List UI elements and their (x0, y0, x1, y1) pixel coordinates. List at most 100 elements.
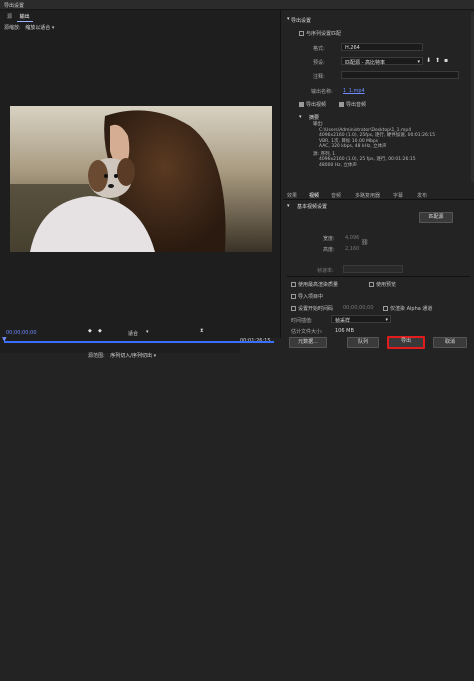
comments-label: 注释: (313, 74, 325, 80)
import-into-project-row[interactable]: 导入项目中 (291, 293, 323, 300)
output-name-link[interactable]: 1_1.mp4 (343, 88, 365, 94)
width-label: 宽度: (323, 236, 335, 242)
playhead-icon[interactable]: ▼ (2, 336, 7, 343)
use-previews-label: 使用预览 (376, 282, 397, 288)
file-size-label: 估计文件大小: (291, 329, 323, 335)
queue-button[interactable]: 队列 (347, 337, 379, 348)
timecode-start[interactable]: 00;00;00;00 (6, 330, 37, 336)
interpolation-label: 时间插值: (291, 318, 313, 324)
max-render-quality-checkbox[interactable] (291, 282, 296, 287)
summary-title: 摘要 (309, 115, 320, 121)
export-settings-title: 导出设置 (291, 18, 312, 24)
match-source-button[interactable]: 匹配源 (419, 212, 453, 223)
export-settings-panel: ▾ 导出设置 与序列设置匹配 格式: H.264 预设: 匹配源 - 高比特率 … (283, 10, 474, 353)
import-into-project-checkbox[interactable] (291, 294, 296, 299)
import-preset-icon[interactable]: ⬆ (435, 57, 440, 64)
tab-effects[interactable]: 效果 (287, 192, 297, 199)
frame-rate-select[interactable] (343, 265, 403, 273)
use-previews-row[interactable]: 使用预览 (369, 281, 396, 288)
export-audio-row[interactable]: 导出音频 (339, 101, 366, 108)
format-value: H.264 (345, 45, 360, 51)
file-size-value: 106 MB (335, 328, 354, 334)
export-button[interactable]: 导出 (387, 336, 425, 349)
height-value[interactable]: 2,160 (345, 246, 359, 252)
tab-output[interactable]: 输出 (16, 12, 33, 22)
tab-source[interactable]: 源 (4, 12, 15, 21)
basic-video-title: 基本视频设置 (297, 204, 328, 210)
summary-block: 输出: C:\Users\Administrator\Desktop\1_1.m… (313, 122, 463, 168)
frame-rate-label: 帧速率: (317, 268, 334, 274)
chevron-down-icon: ▾ (417, 59, 420, 65)
max-render-quality-label: 使用最高渲染质量 (298, 282, 339, 288)
out-point-icon[interactable]: ◆ (98, 328, 102, 334)
timeline-track[interactable] (4, 341, 274, 343)
preview-frame (10, 106, 272, 252)
chevron-down-icon[interactable]: ▾ (287, 203, 290, 209)
save-preset-icon[interactable]: ⬇ (426, 57, 431, 64)
cancel-button[interactable]: 取消 (433, 337, 467, 348)
summary-output-line: AAC, 320 kbps, 48 kHz, 立体声 (319, 144, 387, 149)
render-alpha-label: 仅渲染 Alpha 通道 (390, 306, 433, 312)
metadata-button[interactable]: 元数据... (289, 337, 327, 348)
summary-source-line: 48000 Hz, 立体声 (319, 162, 357, 168)
tab-publish[interactable]: 发布 (417, 192, 427, 199)
chevron-down-icon[interactable]: ▾ (299, 114, 302, 120)
import-into-project-label: 导入项目中 (298, 294, 324, 300)
height-label: 高度: (323, 247, 335, 253)
render-alpha-row[interactable]: 仅渲染 Alpha 通道 (383, 305, 432, 312)
export-video-checkbox[interactable] (299, 102, 304, 107)
export-audio-label: 导出音频 (346, 102, 367, 108)
source-range-row: 源范围: 序列切入/序列切出 ▾ (88, 352, 156, 359)
export-audio-checkbox[interactable] (339, 102, 344, 107)
export-video-row[interactable]: 导出视频 (299, 101, 326, 108)
max-render-quality-row[interactable]: 使用最高渲染质量 (291, 281, 338, 288)
source-scaling-row: 源缩放: 缩放以适合 ▾ (4, 24, 54, 31)
comments-input[interactable] (341, 71, 459, 79)
source-scaling-select[interactable]: 缩放以适合 (25, 24, 50, 31)
format-select[interactable]: H.264 (341, 43, 423, 51)
link-icon[interactable]: ⛓ (361, 239, 369, 246)
chevron-down-icon: ▾ (51, 25, 55, 31)
chevron-down-icon: ▾ (385, 317, 388, 323)
preset-select[interactable]: 匹配源 - 高比特率 ▾ (341, 57, 423, 66)
settings-tabs: 效果 视频 音频 多路复用器 字幕 发布 (283, 190, 474, 200)
match-sequence-checkbox[interactable] (299, 31, 304, 36)
delete-preset-icon[interactable]: ▪ (444, 57, 448, 64)
format-label: 格式: (313, 46, 325, 52)
preview-tabs: 源 输出 (4, 12, 33, 22)
window-title: 导出设置 (4, 3, 25, 9)
interpolation-value: 帧采样 (335, 318, 351, 324)
set-start-timecode-checkbox[interactable] (291, 306, 296, 311)
preset-value: 匹配源 - 高比特率 (345, 60, 385, 66)
tab-video[interactable]: 视频 (309, 192, 319, 199)
timeline: 00;00;00;00 ◆ ◆ 适合 ▾ ⧗ 00;01;26;15 ▼ 源范围… (0, 328, 431, 681)
match-sequence-label: 与序列设置匹配 (306, 31, 342, 37)
divider (287, 276, 470, 277)
width-value[interactable]: 4,096 (345, 235, 359, 241)
source-range-label: 源范围: (88, 353, 105, 359)
match-sequence-row[interactable]: 与序列设置匹配 (299, 30, 341, 37)
aspect-icon[interactable]: ⧗ (200, 328, 204, 334)
chevron-down-icon[interactable]: ▾ (287, 16, 290, 22)
output-name-label: 输出名称: (311, 89, 333, 95)
tab-audio[interactable]: 音频 (331, 192, 341, 199)
render-alpha-checkbox[interactable] (383, 306, 388, 311)
set-start-timecode-label: 设置开始时间码 (298, 306, 334, 312)
source-range-select[interactable]: 序列切入/序列切出 (110, 353, 152, 359)
title-bar: 导出设置 (0, 0, 474, 10)
chevron-down-icon: ▾ (153, 353, 157, 359)
tab-captions[interactable]: 字幕 (393, 192, 403, 199)
zoom-select[interactable]: 适合 (128, 330, 138, 337)
use-previews-checkbox[interactable] (369, 282, 374, 287)
start-timecode-value[interactable]: 00;00;00;00 (343, 305, 374, 311)
export-video-label: 导出视频 (306, 102, 327, 108)
set-start-timecode-row[interactable]: 设置开始时间码 (291, 305, 333, 312)
chevron-down-icon: ▾ (146, 329, 149, 335)
in-point-icon[interactable]: ◆ (88, 328, 92, 334)
tab-multiplexer[interactable]: 多路复用器 (355, 192, 380, 199)
timecode-end: 00;01;26;15 (240, 338, 431, 681)
interpolation-select[interactable]: 帧采样 ▾ (331, 315, 391, 324)
video-preview (10, 106, 272, 252)
preview-panel: 源 输出 源缩放: 缩放以适合 ▾ 00;00;00;00 ◆ ◆ 适合 ▾ ⧗… (0, 10, 431, 681)
source-scaling-label: 源缩放: (4, 25, 21, 31)
